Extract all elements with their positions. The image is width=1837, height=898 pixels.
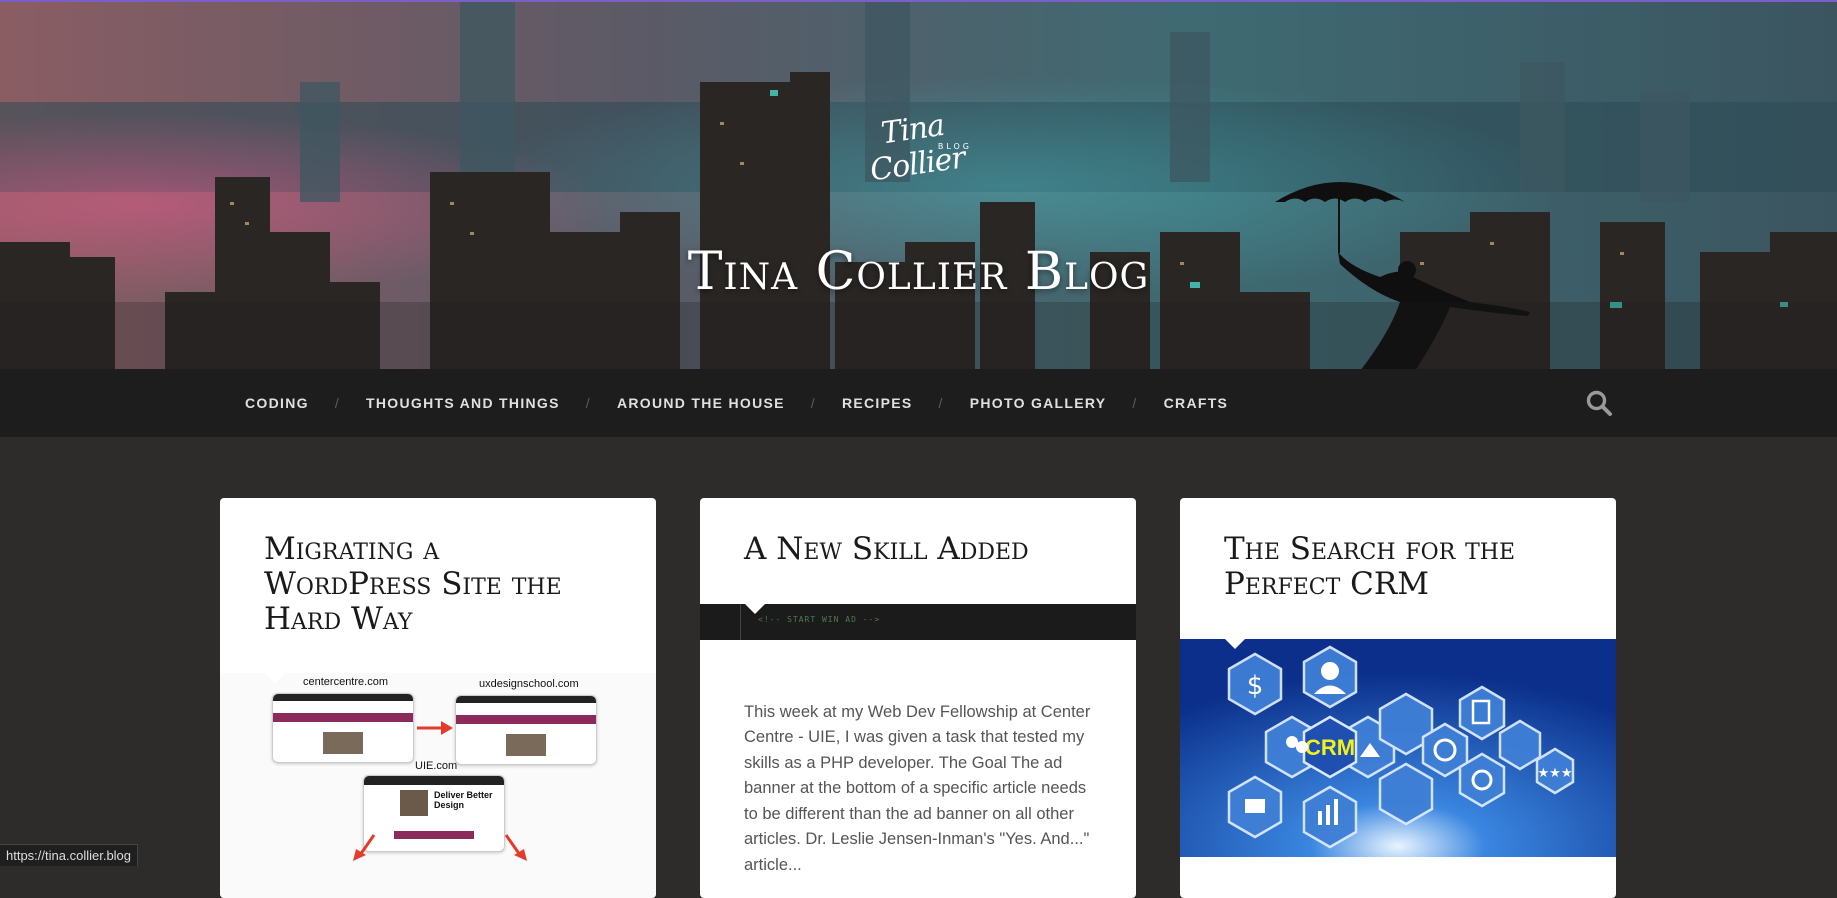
nav-separator: / [334, 395, 341, 411]
nav-separator: / [585, 395, 591, 411]
svg-text:★★★: ★★★ [1538, 766, 1573, 781]
search-button[interactable] [1584, 388, 1614, 418]
red-arrow-icon [504, 834, 527, 861]
thumb-site-label: uxdesignschool.com [479, 678, 579, 690]
post-thumbnail[interactable]: <!-- START WIN AD --> [700, 603, 1136, 640]
nav-separator: / [938, 395, 944, 411]
thumb-site-label: centercentre.com [303, 676, 388, 688]
status-bar-url: https://tina.collier.blog [0, 844, 139, 866]
nav-item-photo-gallery[interactable]: PHOTO GALLERY [970, 395, 1107, 411]
post-thumbnail[interactable]: CRM $ ★★★ [1180, 638, 1616, 857]
site-title[interactable]: Tina Collier Blog [0, 242, 1837, 302]
code-snippet-text: <!-- START WIN AD --> [758, 615, 881, 624]
site-logo[interactable]: Tina Collier BLOG [850, 102, 980, 188]
post-title[interactable]: The Search for the Perfect CRM [1180, 498, 1616, 602]
nav-item-crafts[interactable]: CRAFTS [1164, 395, 1229, 411]
city-skyline-image [0, 2, 1837, 369]
search-icon [1586, 390, 1612, 416]
nav-item-recipes[interactable]: RECIPES [842, 395, 913, 411]
nav-item-coding[interactable]: CODING [245, 395, 309, 411]
crm-label: CRM [1305, 735, 1355, 760]
thumbnail-notch [264, 672, 286, 683]
red-arrow-icon [353, 834, 376, 861]
thumb-site-label: UIE.com [415, 760, 458, 772]
post-title[interactable]: A New Skill Added [700, 498, 1136, 567]
post-card[interactable]: A New Skill Added <!-- START WIN AD --> … [700, 498, 1136, 898]
code-gutter [740, 604, 741, 640]
main-navigation: CODING / THOUGHTS AND THINGS / AROUND TH… [0, 369, 1837, 437]
post-card[interactable]: Migrating a WordPress Site the Hard Way … [220, 498, 656, 898]
thumbnail-notch [744, 603, 766, 614]
thumb-mini-page [272, 693, 414, 763]
thumb-caption: Deliver Better Design [434, 790, 493, 810]
post-excerpt: This week at my Web Dev Fellowship at Ce… [744, 702, 1091, 874]
nav-item-around-the-house[interactable]: AROUND THE HOUSE [617, 395, 785, 411]
post-title[interactable]: Migrating a WordPress Site the Hard Way [220, 498, 656, 637]
post-thumbnail[interactable]: centercentre.com uxdesignschool.com UIE.… [220, 672, 656, 898]
nav-item-thoughts-and-things[interactable]: THOUGHTS AND THINGS [366, 395, 560, 411]
thumbnail-notch [1224, 638, 1246, 649]
crm-hexagon-illustration: CRM $ ★★★ [1180, 639, 1616, 857]
nav-menu: CODING / THOUGHTS AND THINGS / AROUND TH… [245, 369, 1228, 437]
svg-text:$: $ [1247, 671, 1264, 701]
thumb-mini-page: Deliver Better Design [363, 775, 505, 852]
nav-separator: / [1132, 395, 1138, 411]
hero-header: Tina Collier BLOG Tina Collier Blog [0, 0, 1837, 369]
red-arrow-icon [417, 721, 453, 735]
post-card[interactable]: The Search for the Perfect CRM CRM $ ★★★ [1180, 498, 1616, 898]
logo-sub-text: BLOG [937, 142, 972, 151]
thumb-mini-page [455, 695, 597, 765]
nav-separator: / [810, 395, 816, 411]
